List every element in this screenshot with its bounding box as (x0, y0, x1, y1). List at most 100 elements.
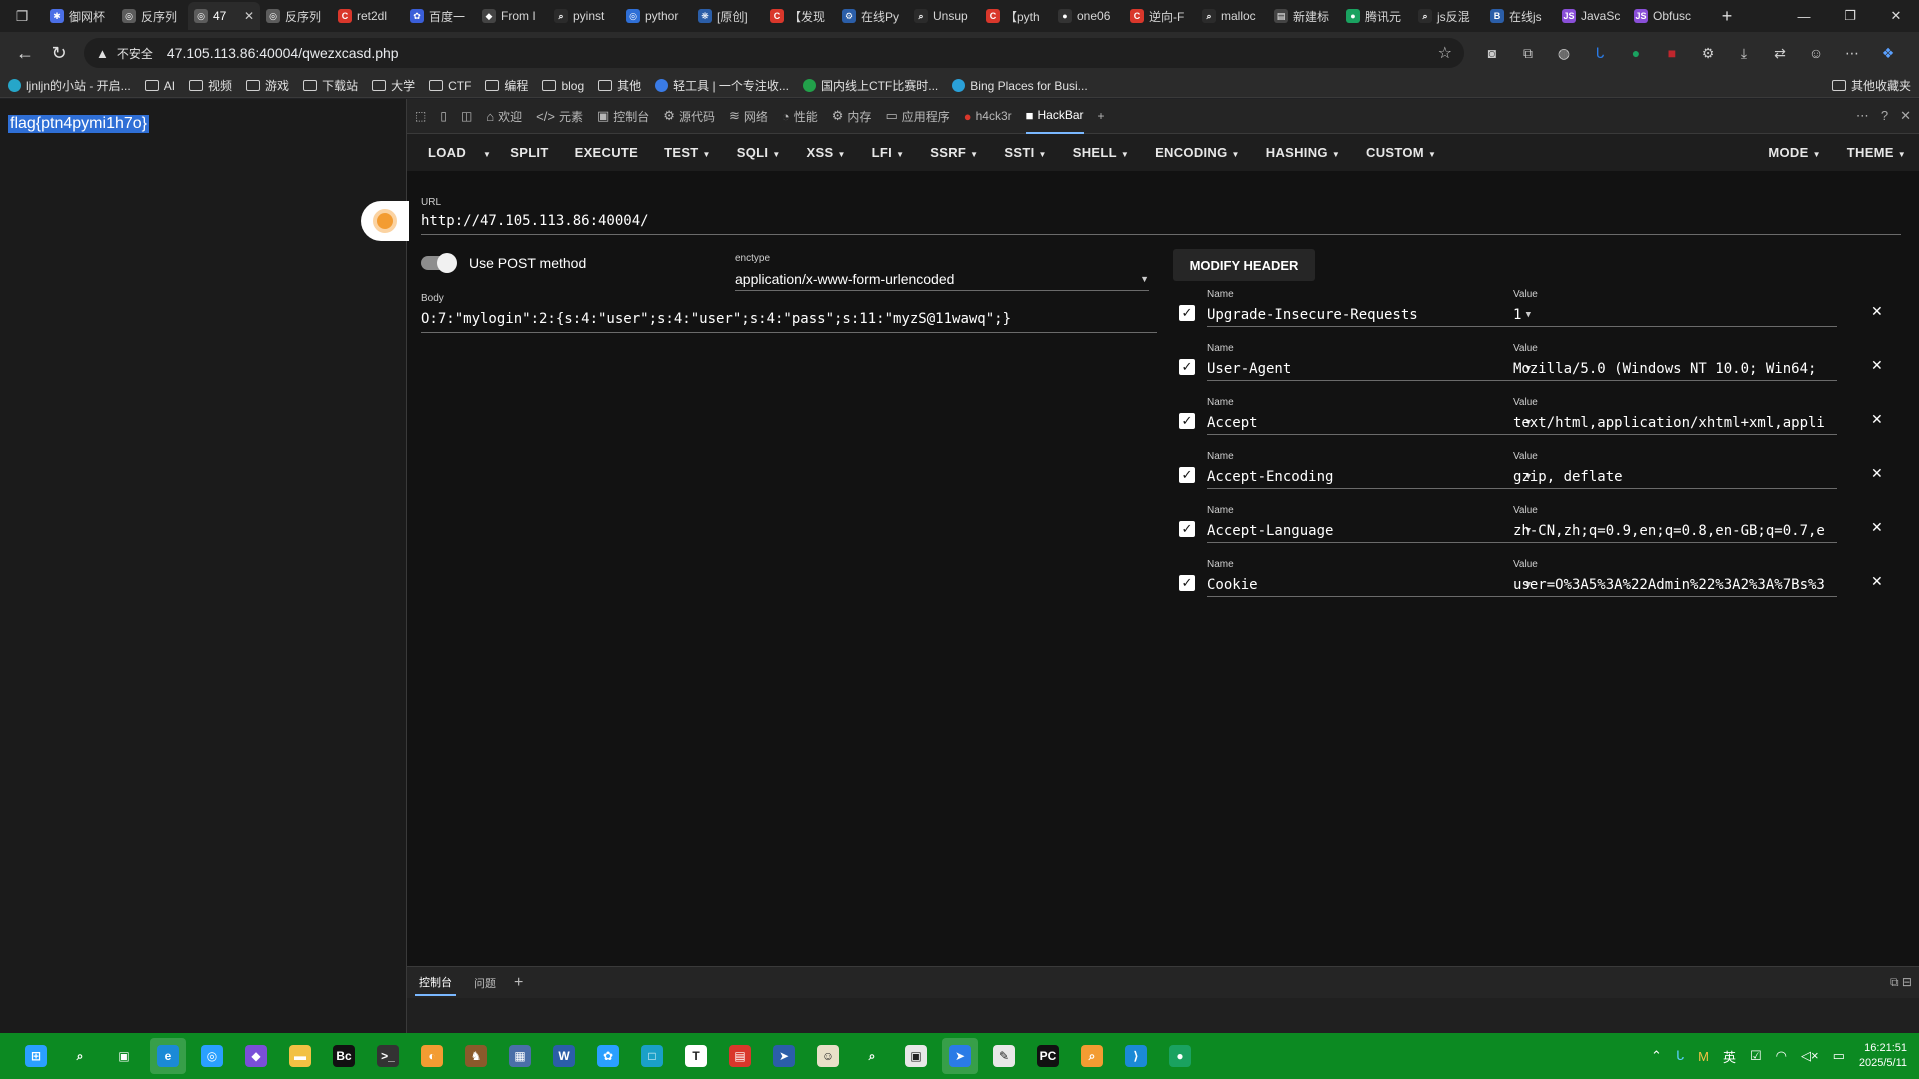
ublock-icon[interactable]: ■ (1656, 39, 1688, 67)
hackbar-menu-xss[interactable]: XSS ▼ (794, 145, 859, 160)
browser-tab[interactable]: ◎ 47 ✕ (188, 2, 260, 30)
browser-tab[interactable]: ⌕ Unsup (908, 2, 980, 30)
app-icon[interactable]: ✎ (986, 1038, 1022, 1074)
devtools-tab[interactable]: ⌂ 欢迎 (486, 99, 522, 134)
browser-tab[interactable]: ● one06 (1052, 2, 1124, 30)
modify-header-button[interactable]: MODIFY HEADER (1173, 249, 1315, 281)
devtools-tab[interactable]: ⚙ 源代码 (663, 99, 715, 134)
tray-app-icon[interactable]: ᒐ (1676, 1048, 1684, 1064)
header-value-input[interactable]: text/html,application/xhtml+xml,appli (1513, 411, 1837, 435)
enctype-value-row[interactable]: application/x-www-form-urlencoded ▼ (735, 267, 1149, 291)
browser-tab[interactable]: JS JavaSc (1556, 2, 1628, 30)
hackbar-menu-hashing[interactable]: HASHING ▼ (1253, 145, 1353, 160)
bookmark-item[interactable]: 轻工具 | 一个专注收... (655, 77, 789, 94)
extensions-puzzle-icon[interactable]: ⚙ (1692, 39, 1724, 67)
add-tool-icon[interactable]: + (1098, 99, 1105, 134)
header-enabled-checkbox[interactable]: ✓ (1179, 521, 1195, 537)
browser-tab[interactable]: ▤ 新建标 (1268, 2, 1340, 30)
devtools-tab[interactable]: ▭ 应用程序 (885, 99, 949, 134)
browser-tab[interactable]: ● 腾讯元 (1340, 2, 1412, 30)
devtools-tab[interactable]: ▣ 控制台 (597, 99, 649, 134)
hackbar-menu-shell[interactable]: SHELL ▼ (1060, 145, 1142, 160)
copilot-icon[interactable]: ❖ (1872, 39, 1904, 67)
header-value-input[interactable]: 1 (1513, 303, 1837, 327)
other-bookmarks[interactable]: 其他收藏夹 (1831, 77, 1911, 94)
hackbar-menu-ssti[interactable]: SSTI ▼ (991, 145, 1059, 160)
battery-icon[interactable]: ▭ (1833, 1048, 1845, 1064)
browser-tab[interactable]: ⌕ js反混 (1412, 2, 1484, 30)
hackbar-menu-sqli[interactable]: SQLI ▼ (724, 145, 794, 160)
app-icon[interactable]: T (678, 1038, 714, 1074)
header-name-input[interactable]: Accept-Encoding ▼ (1207, 465, 1531, 489)
vscode-icon[interactable]: ⟩ (1118, 1038, 1154, 1074)
browser-tab[interactable]: ✱ 御网杯 (44, 2, 116, 30)
browser-tab[interactable]: ✿ 百度一 (404, 2, 476, 30)
app-icon[interactable]: ▦ (502, 1038, 538, 1074)
browser-tab[interactable]: ◆ From I (476, 2, 548, 30)
device-toolbar-icon[interactable]: ▯ (440, 99, 447, 134)
back-icon[interactable]: ← (8, 37, 42, 69)
remove-header-icon[interactable]: ✕ (1871, 411, 1883, 428)
header-value-input[interactable]: gzip, deflate (1513, 465, 1837, 489)
search-icon[interactable]: ⌕ (62, 1038, 98, 1074)
restore-icon[interactable]: ❐ (1827, 0, 1873, 32)
header-value-input[interactable]: zh-CN,zh;q=0.9,en;q=0.8,en-GB;q=0.7,e (1513, 519, 1837, 543)
edge-icon[interactable]: e (150, 1038, 186, 1074)
header-name-input[interactable]: Cookie ▼ (1207, 573, 1531, 597)
more-menu-icon[interactable]: ⋯ (1836, 39, 1868, 67)
browser-tab[interactable]: B 在线js (1484, 2, 1556, 30)
folder-icon[interactable]: ▬ (282, 1038, 318, 1074)
devtools-tab[interactable]: ● h4ck3r (964, 99, 1012, 134)
hackbar-logo-icon[interactable] (361, 201, 409, 241)
profile-avatar[interactable]: ☺ (1800, 39, 1832, 67)
browser-tab[interactable]: ⚙ 在线Py (836, 2, 908, 30)
bookmark-item[interactable]: blog (542, 79, 584, 93)
browser-tab[interactable]: ◎ pythor (620, 2, 692, 30)
app-icon[interactable]: ◐ (414, 1038, 450, 1074)
header-name-input[interactable]: Accept ▼ (1207, 411, 1531, 435)
hackbar-menu-encoding[interactable]: ENCODING ▼ (1142, 145, 1253, 160)
extension-icon[interactable]: ◙ (1476, 39, 1508, 67)
browser-tab[interactable]: C 逆向-F (1124, 2, 1196, 30)
remove-header-icon[interactable]: ✕ (1871, 357, 1883, 374)
hackbar-menu-test[interactable]: TEST ▼ (651, 145, 724, 160)
body-input[interactable]: O:7:"mylogin":2:{s:4:"user";s:4:"user";s… (421, 307, 1157, 333)
address-url[interactable]: 47.105.113.86:40004/qwezxcasd.php (167, 45, 399, 61)
app-icon[interactable]: ▤ (722, 1038, 758, 1074)
share-icon[interactable]: ⇄ (1764, 39, 1796, 67)
app-icon[interactable]: ➤ (766, 1038, 802, 1074)
app-icon[interactable]: ◆ (238, 1038, 274, 1074)
header-enabled-checkbox[interactable]: ✓ (1179, 467, 1195, 483)
app-icon[interactable]: ✿ (590, 1038, 626, 1074)
app-icon[interactable]: ☺ (810, 1038, 846, 1074)
volume-icon[interactable]: ◁× (1801, 1048, 1819, 1064)
collections-icon[interactable]: ⧉ (1512, 39, 1544, 67)
wifi-icon[interactable]: ◠ (1776, 1048, 1787, 1064)
close-tab-icon[interactable]: ✕ (244, 9, 254, 23)
inspect-icon[interactable]: ⬚ (415, 99, 426, 134)
post-switch[interactable] (421, 253, 457, 273)
header-value-input[interactable]: Mozilla/5.0 (Windows NT 10.0; Win64; (1513, 357, 1837, 381)
favorite-star-icon[interactable]: ☆ (1438, 43, 1452, 63)
hackbar-menu-ssrf[interactable]: SSRF ▼ (917, 145, 991, 160)
header-enabled-checkbox[interactable]: ✓ (1179, 359, 1195, 375)
bookmark-item[interactable]: ljnljn的小站 - 开启... (8, 77, 131, 94)
browser-tab[interactable]: ⌕ malloc (1196, 2, 1268, 30)
hackbar-menu-theme[interactable]: THEME ▼ (1834, 145, 1919, 160)
header-name-input[interactable]: User-Agent ▼ (1207, 357, 1531, 381)
insecure-label[interactable]: 不安全 (117, 45, 153, 62)
start-icon[interactable]: ⊞ (18, 1038, 54, 1074)
browser-tab[interactable]: C 【发现 (764, 2, 836, 30)
remove-header-icon[interactable]: ✕ (1871, 573, 1883, 590)
bookmark-item[interactable]: 视频 (189, 77, 232, 94)
hackbar-menu-split[interactable]: SPLIT (497, 145, 561, 160)
hackbar-menu-lfi[interactable]: LFI ▼ (859, 145, 918, 160)
bookmark-item[interactable]: 游戏 (246, 77, 289, 94)
url-input[interactable]: http://47.105.113.86:40004/ (421, 209, 1901, 235)
app-icon[interactable]: ♞ (458, 1038, 494, 1074)
close-window-icon[interactable]: ✕ (1873, 0, 1919, 32)
header-enabled-checkbox[interactable]: ✓ (1179, 575, 1195, 591)
browser-tab[interactable]: ❋ [原创] (692, 2, 764, 30)
task-view-icon[interactable]: ▣ (106, 1038, 142, 1074)
tray-check-icon[interactable]: ☑ (1750, 1048, 1762, 1064)
